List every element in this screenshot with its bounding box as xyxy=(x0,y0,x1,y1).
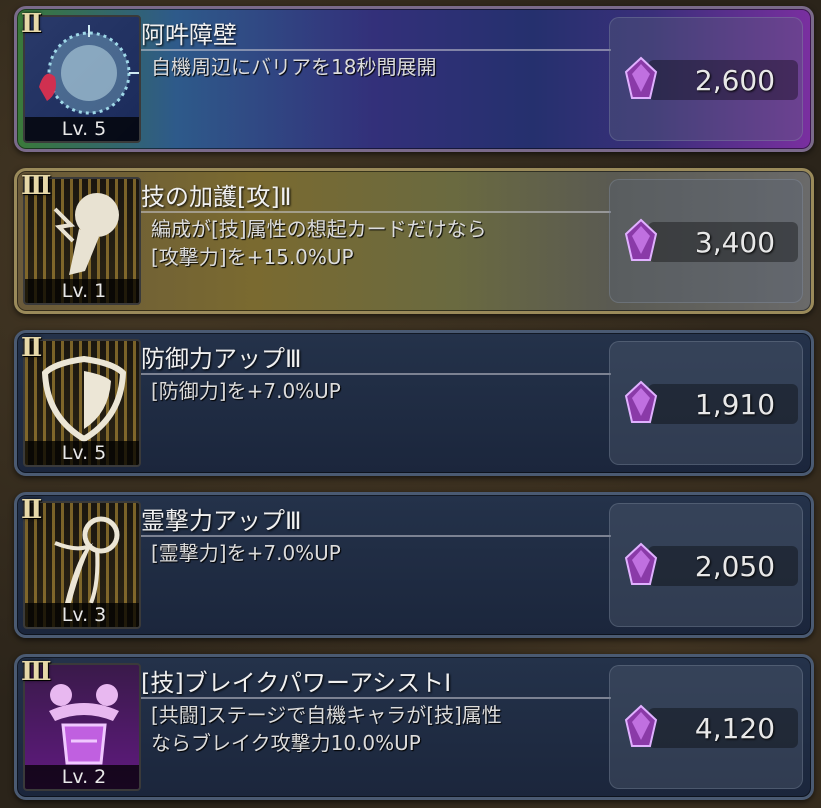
rank-badge: III xyxy=(21,171,51,201)
skill-title: 霊撃力アップⅢ xyxy=(141,507,302,535)
desc-line-1: [共闘]ステージで自機キャラが[技]属性 xyxy=(151,703,502,727)
gem-icon xyxy=(624,704,658,747)
skill-icon-frame: Lv. 3 xyxy=(23,501,141,629)
level-label: Lv. 5 xyxy=(25,441,139,465)
title-divider xyxy=(141,373,611,375)
desc-line-2: ならブレイク攻撃力10.0%UP xyxy=(151,731,421,755)
price-button[interactable]: 4,120 xyxy=(609,665,803,789)
price-value: 4,120 xyxy=(694,712,776,745)
price-button[interactable]: 2,050 xyxy=(609,503,803,627)
price-value: 1,910 xyxy=(694,388,776,421)
gem-icon xyxy=(624,542,658,585)
barrier-icon xyxy=(39,25,139,115)
price-value: 2,050 xyxy=(694,550,776,583)
skill-title: 技の加護[攻]Ⅱ xyxy=(141,183,292,211)
price-value: 2,600 xyxy=(694,64,776,97)
skill-title: 防御力アップⅢ xyxy=(141,345,302,373)
spirit-flame-icon xyxy=(54,516,120,604)
skill-title: 阿吽障壁 xyxy=(141,21,237,49)
skill-description: 自機周辺にバリアを18秒間展開 xyxy=(151,53,611,81)
skill-row-4[interactable]: Lv. 3 II 霊撃力アップⅢ [霊撃力]を+7.0%UP 2,050 xyxy=(14,492,814,638)
title-divider xyxy=(141,535,611,537)
skill-row-1[interactable]: Lv. 5 II 阿吽障壁 自機周辺にバリアを18秒間展開 2,600 xyxy=(14,6,814,152)
rank-badge: III xyxy=(21,657,51,687)
desc-line-1: [霊撃力]を+7.0%UP xyxy=(151,541,341,565)
skill-title: [技]ブレイクパワーアシストⅠ xyxy=(141,669,452,697)
skill-icon-frame: Lv. 5 xyxy=(23,15,141,143)
skill-description: [防御力]を+7.0%UP xyxy=(151,377,611,405)
rank-badge: II xyxy=(21,9,42,39)
desc-line-1: 編成が[技]属性の想起カードだけなら xyxy=(151,217,487,241)
gem-icon xyxy=(624,380,658,423)
title-divider xyxy=(141,211,611,213)
skill-icon-frame: Lv. 5 xyxy=(23,339,141,467)
title-divider xyxy=(141,697,611,699)
price-value: 3,400 xyxy=(694,226,776,259)
skill-description: [霊撃力]を+7.0%UP xyxy=(151,539,611,567)
skill-row-5[interactable]: Lv. 2 III [技]ブレイクパワーアシストⅠ [共闘]ステージで自機キャラ… xyxy=(14,654,814,800)
level-label: Lv. 1 xyxy=(25,279,139,303)
desc-line-2: [攻撃力]を+15.0%UP xyxy=(151,245,354,269)
rank-badge: II xyxy=(21,495,42,525)
price-button[interactable]: 2,600 xyxy=(609,17,803,141)
level-label: Lv. 5 xyxy=(25,117,139,141)
gem-icon xyxy=(624,56,658,99)
level-label: Lv. 3 xyxy=(25,603,139,627)
desc-line-1: 自機周辺にバリアを18秒間展開 xyxy=(151,55,437,79)
title-divider xyxy=(141,49,611,51)
gem-icon xyxy=(624,218,658,261)
skill-description: 編成が[技]属性の想起カードだけなら [攻撃力]を+15.0%UP xyxy=(151,215,611,271)
rank-badge: II xyxy=(21,333,42,363)
shield-icon xyxy=(41,355,127,443)
desc-line-1: [防御力]を+7.0%UP xyxy=(151,379,341,403)
level-label: Lv. 2 xyxy=(25,765,139,789)
price-button[interactable]: 1,910 xyxy=(609,341,803,465)
skill-description: [共闘]ステージで自機キャラが[技]属性 ならブレイク攻撃力10.0%UP xyxy=(151,701,611,757)
skill-row-2[interactable]: Lv. 1 III 技の加護[攻]Ⅱ 編成が[技]属性の想起カードだけなら [攻… xyxy=(14,168,814,314)
skill-row-3[interactable]: Lv. 5 II 防御力アップⅢ [防御力]を+7.0%UP 1,910 xyxy=(14,330,814,476)
price-button[interactable]: 3,400 xyxy=(609,179,803,303)
